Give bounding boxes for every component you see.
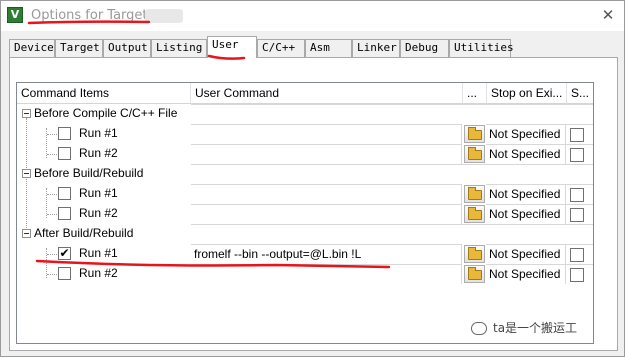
- stop-on-exit-select[interactable]: Not Specified: [486, 264, 566, 284]
- run-checkbox[interactable]: [58, 147, 71, 160]
- user-command-input[interactable]: [191, 264, 462, 284]
- wechat-icon: [471, 322, 487, 335]
- keil-app-icon: V: [7, 7, 23, 23]
- stop-on-exit-select[interactable]: Not Specified: [486, 184, 566, 204]
- tab-linker[interactable]: Linker: [352, 39, 400, 57]
- user-command-input[interactable]: fromelf --bin --output=@L.bin !L: [191, 244, 462, 264]
- user-tab-panel: Command Items User Command ... Stop on E…: [9, 57, 618, 351]
- tab-c-cpp[interactable]: C/C++: [257, 39, 305, 57]
- s-checkbox[interactable]: [570, 148, 584, 162]
- tab-device[interactable]: Device: [9, 39, 55, 57]
- run-label: Run #2: [79, 146, 118, 160]
- run-checkbox[interactable]: [58, 207, 71, 220]
- run-checkbox[interactable]: [58, 267, 71, 280]
- tree-line: [47, 214, 57, 215]
- group-empty-cell: [191, 164, 593, 184]
- tab-target[interactable]: Target: [55, 39, 103, 57]
- title-bar: V Options for Target ' ✕: [1, 1, 624, 31]
- group-label: Before Compile C/C++ File: [34, 106, 178, 120]
- group-label: After Build/Rebuild: [34, 226, 134, 240]
- group-empty-cell: [191, 104, 593, 124]
- tab-user[interactable]: User: [207, 36, 257, 58]
- stop-on-exit-select[interactable]: Not Specified: [486, 244, 566, 264]
- browse-folder-icon[interactable]: [464, 145, 485, 163]
- header-stop-on-exit[interactable]: Stop on Exi...: [487, 83, 567, 104]
- tree-line: [47, 154, 57, 155]
- tree-group-row: Before Compile C/C++ File: [17, 104, 593, 124]
- user-command-input[interactable]: [191, 184, 462, 204]
- collapse-icon[interactable]: [22, 109, 31, 118]
- browse-folder-icon[interactable]: [464, 245, 485, 263]
- run-label: Run #1: [79, 186, 118, 200]
- stop-on-exit-select[interactable]: Not Specified: [486, 204, 566, 224]
- stop-on-exit-select[interactable]: Not Specified: [486, 124, 566, 144]
- window-title: Options for Target ': [31, 8, 156, 23]
- header-browse[interactable]: ...: [463, 83, 487, 104]
- user-command-input[interactable]: [191, 204, 462, 224]
- user-command-input[interactable]: [191, 124, 462, 144]
- run-checkbox-checked[interactable]: ✔: [58, 247, 71, 260]
- table-row: ✔ Run #1 fromelf --bin --output=@L.bin !…: [17, 244, 593, 264]
- browse-folder-icon[interactable]: [464, 185, 485, 203]
- stop-on-exit-select[interactable]: Not Specified: [486, 144, 566, 164]
- s-checkbox[interactable]: [570, 128, 584, 142]
- user-command-grid: Command Items User Command ... Stop on E…: [16, 82, 594, 344]
- group-label: Before Build/Rebuild: [34, 166, 144, 180]
- run-label: Run #1: [79, 126, 118, 140]
- watermark: ta是一个搬运工: [471, 319, 577, 339]
- header-user-command[interactable]: User Command: [191, 83, 463, 104]
- run-checkbox[interactable]: [58, 127, 71, 140]
- run-label: Run #1: [79, 246, 118, 260]
- run-label: Run #2: [79, 266, 118, 280]
- s-checkbox[interactable]: [570, 188, 584, 202]
- run-label: Run #2: [79, 206, 118, 220]
- close-button[interactable]: ✕: [597, 5, 619, 25]
- tab-listing[interactable]: Listing: [151, 39, 207, 57]
- tab-utilities[interactable]: Utilities: [449, 39, 514, 57]
- run-checkbox[interactable]: [58, 187, 71, 200]
- tree-group-row: After Build/Rebuild: [17, 224, 593, 244]
- table-row: Run #2 Not Specified: [17, 204, 593, 224]
- tree-line: [47, 274, 57, 275]
- s-checkbox[interactable]: [570, 248, 584, 262]
- header-s[interactable]: S...: [567, 83, 593, 104]
- browse-folder-icon[interactable]: [464, 125, 485, 143]
- user-command-input[interactable]: [191, 144, 462, 164]
- collapse-icon[interactable]: [22, 229, 31, 238]
- table-row: Run #2 Not Specified: [17, 264, 593, 284]
- tab-debug[interactable]: Debug: [400, 39, 449, 57]
- collapse-icon[interactable]: [22, 169, 31, 178]
- table-row: Run #1 Not Specified: [17, 184, 593, 204]
- watermark-text: ta是一个搬运工: [493, 321, 578, 335]
- table-row: Run #2 Not Specified: [17, 144, 593, 164]
- table-row: Run #1 Not Specified: [17, 124, 593, 144]
- tree-line: [47, 254, 57, 255]
- tab-output[interactable]: Output: [103, 39, 151, 57]
- redacted-target-name: [145, 9, 183, 23]
- s-checkbox[interactable]: [570, 208, 584, 222]
- tree-line: [47, 194, 57, 195]
- browse-folder-icon[interactable]: [464, 205, 485, 223]
- tree-line: [47, 134, 57, 135]
- tab-asm[interactable]: Asm: [305, 39, 352, 57]
- browse-folder-icon[interactable]: [464, 265, 485, 283]
- header-command-items[interactable]: Command Items: [17, 83, 191, 104]
- tree-group-row: Before Build/Rebuild: [17, 164, 593, 184]
- options-dialog: V Options for Target ' ✕ Device Target O…: [0, 0, 625, 357]
- group-empty-cell: [191, 224, 593, 244]
- s-checkbox[interactable]: [570, 268, 584, 282]
